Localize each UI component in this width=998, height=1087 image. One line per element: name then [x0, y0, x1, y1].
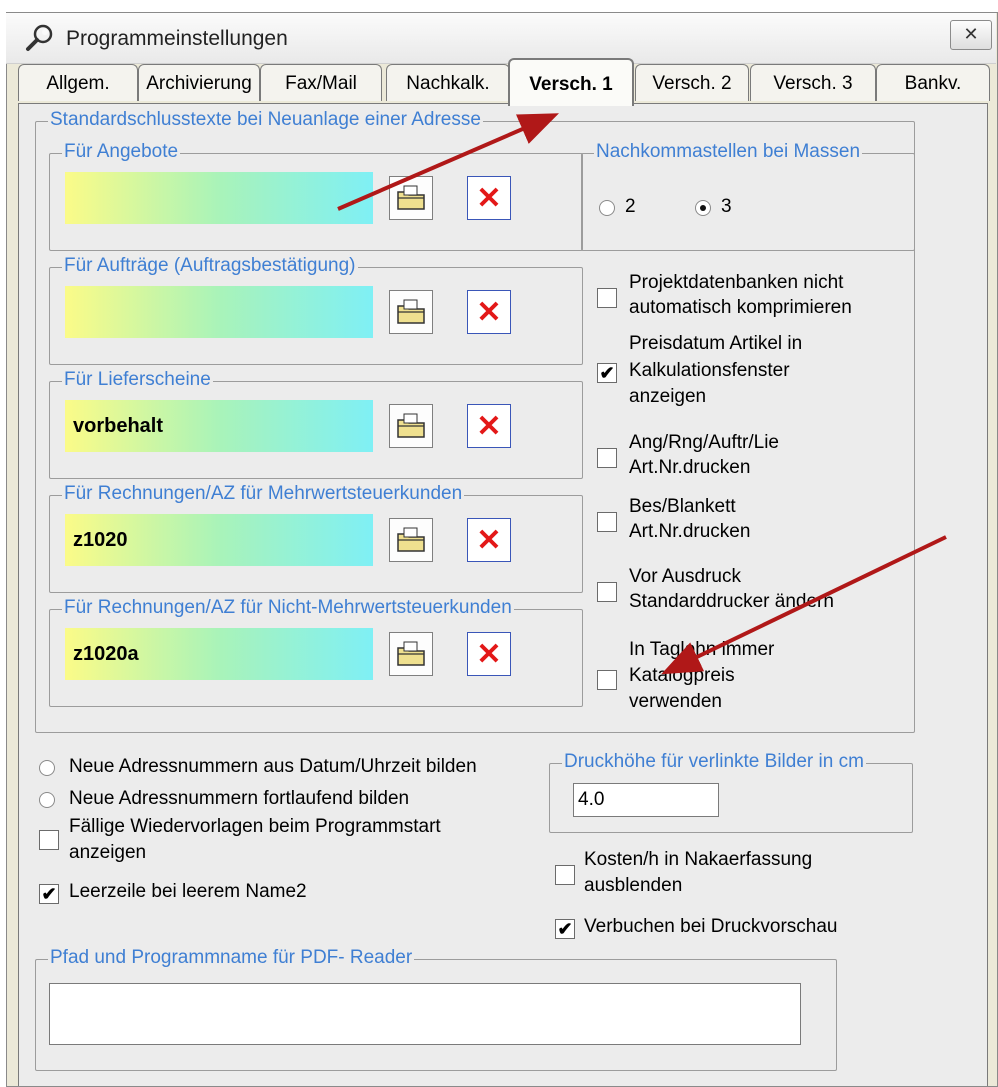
invoices-novat-delete-button[interactable]: ✕ — [467, 632, 511, 676]
invoices-vat-field[interactable]: z1020 — [65, 514, 373, 566]
delete-icon: ✕ — [476, 295, 502, 329]
option-bes-artnr-line1: Bes/Blankett — [629, 496, 736, 517]
tab-versch-3[interactable]: Versch. 3 — [750, 64, 876, 101]
option-ang-artnr-line2: Art.Nr.drucken — [629, 457, 751, 478]
orders-delete-button[interactable]: ✕ — [467, 290, 511, 334]
delivery-label: Für Lieferscheine — [62, 369, 213, 391]
option-pricedate-line1: Preisdatum Artikel in — [629, 333, 803, 354]
offers-open-folder-button[interactable] — [389, 176, 433, 220]
leerzeile-label: Leerzeile bei leerem Name2 — [69, 881, 307, 902]
delivery-field[interactable]: vorbehalt — [65, 400, 373, 452]
tab-allgem[interactable]: Allgem. — [18, 64, 138, 101]
check-icon: ✔ — [599, 363, 615, 383]
folder-icon — [397, 185, 425, 210]
option-pricedate-line3: anzeigen — [629, 386, 707, 407]
address-datetime-radio[interactable] — [39, 760, 55, 776]
verbuchen-label: Verbuchen bei Druckvorschau — [584, 916, 838, 937]
option-taglohn-line1: In Taglohn immer — [629, 639, 775, 660]
option-ang-artnr-checkbox[interactable] — [597, 448, 617, 468]
decimals-radio-3[interactable] — [695, 200, 711, 216]
title-bar: Programmeinstellungen — [6, 13, 996, 64]
orders-field[interactable] — [65, 286, 373, 338]
option-pricedate-line2: Kalkulationsfenster — [629, 360, 790, 381]
option-taglohn-checkbox[interactable] — [597, 670, 617, 690]
folder-icon — [397, 413, 425, 438]
orders-label: Für Aufträge (Auftragsbestätigung) — [62, 255, 358, 277]
option-compress-checkbox[interactable] — [597, 288, 617, 308]
decimals-radio-2[interactable] — [599, 200, 615, 216]
wiedervorlagen-line2: anzeigen — [69, 842, 147, 863]
option-printer-line2: Standarddrucker ändern — [629, 591, 834, 612]
option-bes-artnr-checkbox[interactable] — [597, 512, 617, 532]
delete-icon: ✕ — [476, 409, 502, 443]
radio-selected-dot — [700, 205, 706, 211]
tab-archivierung[interactable]: Archivierung — [138, 64, 260, 101]
tab-versch-1[interactable]: Versch. 1 — [508, 58, 634, 106]
delete-icon: ✕ — [476, 523, 502, 557]
folder-icon — [397, 527, 425, 552]
pdf-reader-path-field[interactable] — [49, 983, 801, 1045]
option-bes-artnr-line2: Art.Nr.drucken — [629, 521, 751, 542]
option-ang-artnr-line1: Ang/Rng/Auftr/Lie — [629, 432, 779, 453]
decimals-option-2-label: 2 — [625, 196, 636, 217]
address-datetime-label: Neue Adressnummern aus Datum/Uhrzeit bil… — [69, 756, 477, 777]
invoices-vat-delete-button[interactable]: ✕ — [467, 518, 511, 562]
standard-texts-label: Standardschlusstexte bei Neuanlage einer… — [48, 109, 483, 131]
window-title: Programmeinstellungen — [66, 27, 288, 50]
kosten-checkbox[interactable] — [555, 865, 575, 885]
option-printer-checkbox[interactable] — [597, 582, 617, 602]
tab-fax-mail[interactable]: Fax/Mail — [260, 64, 382, 101]
wiedervorlagen-line1: Fällige Wiedervorlagen beim Programmstar… — [69, 816, 441, 837]
wrench-icon — [26, 24, 53, 51]
druckhoehe-label: Druckhöhe für verlinkte Bilder in cm — [562, 751, 866, 773]
delivery-open-folder-button[interactable] — [389, 404, 433, 448]
address-sequential-radio[interactable] — [39, 792, 55, 808]
offers-delete-button[interactable]: ✕ — [467, 176, 511, 220]
invoices-vat-label: Für Rechnungen/AZ für Mehrwertsteuerkund… — [62, 483, 465, 505]
folder-icon — [397, 299, 425, 324]
check-icon: ✔ — [41, 884, 57, 904]
option-taglohn-line2: Katalogpreis — [629, 665, 735, 686]
pdf-reader-label: Pfad und Programmname für PDF- Reader — [48, 947, 415, 969]
tab-versch-2[interactable]: Versch. 2 — [635, 64, 749, 101]
orders-open-folder-button[interactable] — [389, 290, 433, 334]
check-icon: ✔ — [557, 919, 573, 939]
delete-icon: ✕ — [476, 181, 502, 215]
option-compress-line2: automatisch komprimieren — [629, 297, 852, 318]
delete-icon: ✕ — [476, 637, 502, 671]
close-button[interactable]: ✕ — [950, 20, 992, 50]
decimals-option-3-label: 3 — [721, 196, 732, 217]
decimals-label: Nachkommastellen bei Massen — [594, 141, 863, 163]
option-printer-line1: Vor Ausdruck — [629, 566, 741, 587]
invoices-novat-field[interactable]: z1020a — [65, 628, 373, 680]
kosten-line1: Kosten/h in Nakaerfassung — [584, 849, 813, 870]
wiedervorlagen-checkbox[interactable] — [39, 830, 59, 850]
option-compress-line1: Projektdatenbanken nicht — [629, 272, 844, 293]
option-pricedate-checkbox[interactable]: ✔ — [597, 363, 617, 383]
tab-panel: Standardschlusstexte bei Neuanlage einer… — [18, 103, 988, 1086]
offers-label: Für Angebote — [62, 141, 181, 163]
folder-icon — [397, 641, 425, 666]
option-taglohn-line3: verwenden — [629, 691, 722, 712]
tab-strip: Allgem. Archivierung Fax/Mail Nachkalk. … — [18, 58, 990, 106]
invoices-novat-label: Für Rechnungen/AZ für Nicht-Mehrwertsteu… — [62, 597, 514, 619]
kosten-line2: ausblenden — [584, 875, 683, 896]
invoices-novat-open-folder-button[interactable] — [389, 632, 433, 676]
tab-bankv[interactable]: Bankv. — [876, 64, 990, 101]
druckhoehe-input[interactable]: 4.0 — [573, 783, 719, 817]
invoices-vat-open-folder-button[interactable] — [389, 518, 433, 562]
delivery-delete-button[interactable]: ✕ — [467, 404, 511, 448]
tab-nachkalk[interactable]: Nachkalk. — [386, 64, 510, 101]
address-sequential-label: Neue Adressnummern fortlaufend bilden — [69, 788, 410, 809]
leerzeile-checkbox[interactable]: ✔ — [39, 884, 59, 904]
verbuchen-checkbox[interactable]: ✔ — [555, 919, 575, 939]
offers-field[interactable] — [65, 172, 373, 224]
